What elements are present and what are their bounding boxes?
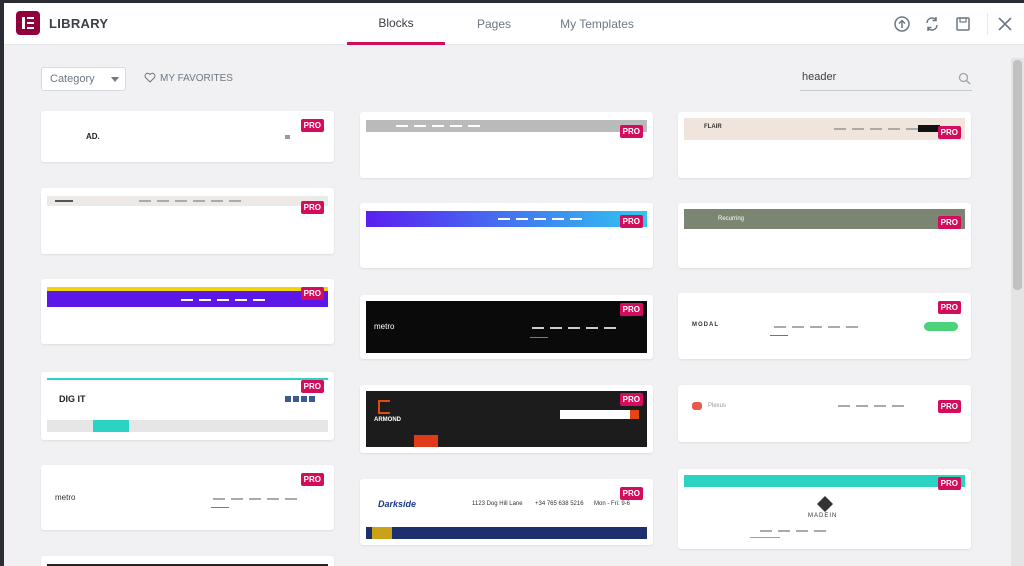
library-title: LIBRARY	[49, 16, 109, 31]
category-select[interactable]: Category	[41, 67, 126, 91]
template-brand: MADEIN	[808, 513, 838, 519]
template-brand: MODAL	[692, 322, 719, 328]
my-favorites-link[interactable]: MY FAVORITES	[160, 73, 233, 84]
library-header: LIBRARY Blocks Pages My Templates	[4, 3, 1024, 45]
template-card[interactable]: AD. PRO	[41, 111, 334, 162]
template-card[interactable]: PRO	[360, 203, 653, 268]
pro-badge: PRO	[300, 473, 324, 486]
template-card[interactable]: PRO	[41, 188, 334, 254]
pro-badge: PRO	[619, 303, 643, 316]
madein-logo-icon	[817, 496, 833, 512]
pro-badge: PRO	[937, 400, 961, 413]
template-brand: Darkside	[378, 499, 417, 509]
tab-my-templates[interactable]: My Templates	[552, 3, 642, 45]
template-brand: DIG IT	[59, 394, 86, 404]
pro-badge: PRO	[937, 126, 961, 139]
template-brand: metro	[374, 322, 395, 331]
pro-badge: PRO	[619, 393, 643, 406]
search-input[interactable]: header	[800, 67, 972, 91]
elementor-logo	[16, 11, 40, 35]
pro-badge: PRO	[300, 287, 324, 300]
library-modal: LIBRARY Blocks Pages My Templates Catego…	[4, 3, 1024, 566]
pro-badge: PRO	[937, 301, 961, 314]
template-card[interactable]: Recurring PRO	[678, 203, 971, 268]
connect-now-button	[924, 322, 958, 331]
close-icon[interactable]	[995, 14, 1015, 34]
template-card[interactable]	[41, 556, 334, 566]
save-icon[interactable]	[953, 14, 973, 34]
template-card[interactable]: MODAL PRO	[678, 293, 971, 359]
template-card[interactable]: Darkside 1123 Dog Hill Lane +34 765 638 …	[360, 479, 653, 545]
template-brand: FLAIR	[704, 124, 722, 130]
template-nav-bar	[47, 420, 328, 432]
tab-pages[interactable]: Pages	[464, 3, 524, 45]
pro-badge: PRO	[619, 487, 643, 500]
menu-icon	[285, 135, 290, 139]
pro-badge: PRO	[619, 215, 643, 228]
template-logo	[692, 402, 702, 410]
header-divider	[987, 13, 988, 35]
pro-badge: PRO	[937, 216, 961, 229]
template-header-bar	[684, 475, 965, 487]
category-label: Category	[50, 73, 95, 85]
pro-badge: PRO	[300, 380, 324, 393]
template-card[interactable]: Plexus PRO	[678, 385, 971, 442]
template-brand: metro	[55, 493, 76, 502]
upload-icon[interactable]	[892, 14, 912, 34]
template-card[interactable]: ARMOND PRO	[360, 385, 653, 453]
template-brand: AD.	[86, 132, 100, 141]
template-card[interactable]: metro PRO	[360, 295, 653, 359]
heart-icon[interactable]	[144, 72, 156, 83]
template-brand: ARMOND	[374, 417, 401, 423]
pro-badge: PRO	[937, 477, 961, 490]
template-nav-bar	[366, 527, 647, 539]
template-header-bar	[366, 391, 647, 447]
pro-badge: PRO	[619, 125, 643, 138]
template-brand: Recurring	[718, 216, 745, 222]
search-icon[interactable]	[958, 72, 971, 85]
pro-badge: PRO	[300, 201, 324, 214]
pro-badge: PRO	[300, 119, 324, 132]
template-card[interactable]: DIG IT PRO	[41, 372, 334, 440]
scrollbar-thumb[interactable]	[1013, 60, 1022, 290]
sync-icon[interactable]	[922, 14, 942, 34]
template-card[interactable]: PRO	[360, 112, 653, 178]
template-card[interactable]: PRO	[41, 279, 334, 344]
chevron-down-icon	[111, 77, 119, 82]
template-card[interactable]: FLAIR PRO	[678, 112, 971, 178]
tab-blocks[interactable]: Blocks	[347, 3, 445, 45]
elementor-icon	[22, 17, 34, 29]
template-card[interactable]: MADEIN PRO	[678, 469, 971, 549]
template-card[interactable]: metro PRO	[41, 465, 334, 530]
